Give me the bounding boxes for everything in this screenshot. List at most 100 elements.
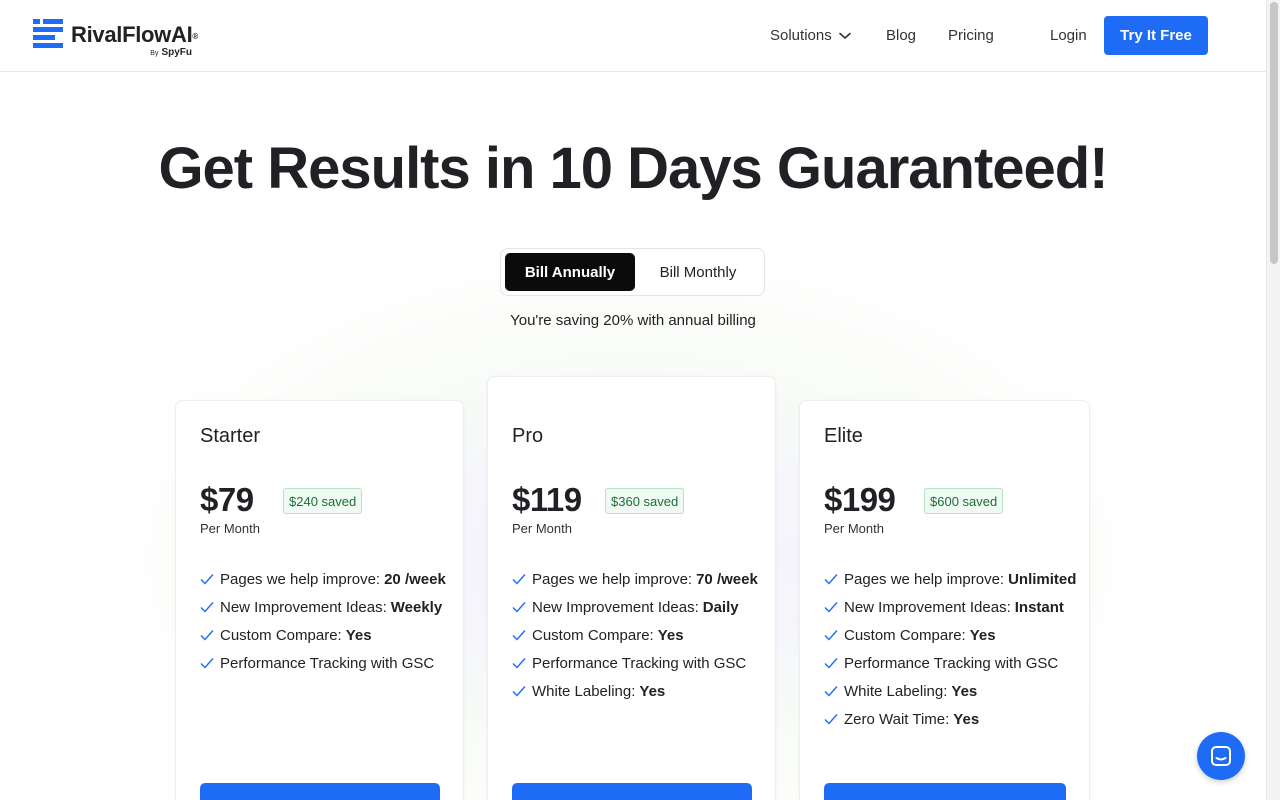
nav-pricing[interactable]: Pricing [948, 27, 994, 45]
plan-name: Starter [200, 425, 261, 447]
feature-item: Custom Compare: Yes [824, 621, 1076, 649]
checkmark-icon [200, 658, 214, 669]
feature-list: Pages we help improve: 20 /week New Impro… [200, 565, 446, 677]
feature-label: Zero Wait Time: [844, 710, 950, 728]
feature-value: 70 /week [696, 570, 758, 588]
saved-badge: $360 saved [605, 488, 685, 514]
plan-price: $79 [200, 481, 254, 518]
checkmark-icon [512, 574, 526, 585]
saved-badge: $240 saved [283, 488, 363, 514]
page-title: Get Results in 10 Days Guaranteed! [158, 136, 1108, 201]
feature-item: Performance Tracking with GSC [824, 649, 1076, 677]
feature-label: Performance Tracking with GSC [532, 654, 747, 672]
site-header: RivalFlowAI® By SpyFu Solutions Blog Pric… [0, 0, 1266, 72]
checkmark-icon [824, 602, 838, 613]
feature-value: Yes [969, 626, 996, 644]
checkmark-icon [824, 686, 838, 697]
feature-item: New Improvement Ideas: Weekly [200, 593, 446, 621]
feature-item: Custom Compare: Yes [512, 621, 758, 649]
feature-label: Custom Compare: [220, 626, 342, 644]
feature-item: Pages we help improve: Unlimited [824, 565, 1076, 593]
feature-label: White Labeling: [532, 682, 636, 700]
saving-note: You're saving 20% with annual billing [510, 312, 756, 329]
saved-badge: $600 saved [924, 488, 1004, 514]
plan-name: Elite [824, 425, 863, 447]
feature-value: Yes [639, 682, 666, 700]
registered-mark: ® [192, 32, 199, 41]
byline-by: By [150, 50, 159, 57]
page-scrollbar[interactable] [1266, 0, 1280, 800]
feature-value: 20 /week [384, 570, 446, 588]
feature-item: Custom Compare: Yes [200, 621, 446, 649]
checkmark-icon [824, 574, 838, 585]
checkmark-icon [512, 686, 526, 697]
feature-value: Yes [951, 682, 978, 700]
plan-period: Per Month [512, 521, 572, 536]
plan-period: Per Month [200, 521, 260, 536]
feature-value: Unlimited [1008, 570, 1077, 588]
scrollbar-thumb[interactable] [1270, 2, 1278, 264]
checkmark-icon [200, 630, 214, 641]
stacked-bars-logo-icon [33, 19, 63, 48]
checkmark-icon [512, 658, 526, 669]
plan-period: Per Month [824, 521, 884, 536]
plan-card-elite: Elite $199 $600 saved Per Month Pages we… [799, 400, 1090, 800]
brand-wordmark: RivalFlowAI® By SpyFu [71, 19, 199, 58]
checkmark-icon [512, 630, 526, 641]
bill-annually-button[interactable]: Bill Annually [505, 253, 635, 291]
feature-item: White Labeling: Yes [512, 677, 758, 705]
feature-label: Custom Compare: [844, 626, 966, 644]
elite-cta-button[interactable] [824, 783, 1066, 800]
feature-label: New Improvement Ideas: [844, 598, 1011, 616]
feature-value: Daily [702, 598, 739, 616]
brand-byline: By SpyFu [150, 47, 192, 58]
byline-company: SpyFu [161, 47, 193, 58]
feature-item: Pages we help improve: 70 /week [512, 565, 758, 593]
brand-logo[interactable]: RivalFlowAI® By SpyFu [33, 19, 199, 58]
feature-item: New Improvement Ideas: Instant [824, 593, 1076, 621]
feature-label: Custom Compare: [532, 626, 654, 644]
feature-label: Pages we help improve: [220, 570, 381, 588]
plan-price: $199 [824, 481, 896, 518]
feature-label: Performance Tracking with GSC [220, 654, 435, 672]
checkmark-icon [824, 630, 838, 641]
feature-value: Instant [1014, 598, 1064, 616]
checkmark-icon [512, 602, 526, 613]
plan-price: $119 [512, 481, 582, 518]
checkmark-icon [824, 658, 838, 669]
feature-label: Performance Tracking with GSC [844, 654, 1059, 672]
nav-blog[interactable]: Blog [886, 27, 916, 45]
pro-cta-button[interactable] [512, 783, 752, 800]
feature-label: Pages we help improve: [532, 570, 693, 588]
chevron-down-icon [838, 32, 851, 39]
nav-solutions-label: Solutions [770, 27, 832, 44]
feature-value: Yes [953, 710, 980, 728]
feature-list: Pages we help improve: 70 /week New Impro… [512, 565, 758, 705]
feature-item: Zero Wait Time: Yes [824, 705, 1076, 733]
bill-monthly-button[interactable]: Bill Monthly [635, 253, 761, 291]
feature-label: New Improvement Ideas: [220, 598, 387, 616]
chat-bubble-icon [1211, 746, 1231, 766]
brand-name: RivalFlow [71, 22, 171, 47]
nav-login[interactable]: Login [1050, 27, 1087, 45]
nav-solutions[interactable]: Solutions [770, 27, 851, 45]
feature-label: New Improvement Ideas: [532, 598, 699, 616]
feature-item: New Improvement Ideas: Daily [512, 593, 758, 621]
feature-label: White Labeling: [844, 682, 948, 700]
starter-cta-button[interactable] [200, 783, 440, 800]
feature-item: Pages we help improve: 20 /week [200, 565, 446, 593]
plan-card-pro: Pro $119 $360 saved Per Month Pages we h… [487, 376, 776, 800]
feature-list: Pages we help improve: Unlimited New Impr… [824, 565, 1076, 733]
feature-value: Yes [345, 626, 372, 644]
checkmark-icon [824, 714, 838, 725]
plan-card-starter: Starter $79 $240 saved Per Month Pages w… [175, 400, 464, 800]
billing-toggle: Bill Annually Bill Monthly [500, 248, 765, 296]
try-it-free-button[interactable]: Try It Free [1104, 16, 1208, 55]
feature-item: Performance Tracking with GSC [200, 649, 446, 677]
feature-item: White Labeling: Yes [824, 677, 1076, 705]
checkmark-icon [200, 602, 214, 613]
brand-name-ai: AI [171, 22, 193, 47]
feature-value: Weekly [390, 598, 443, 616]
chat-launcher-button[interactable] [1197, 732, 1245, 780]
feature-label: Pages we help improve: [844, 570, 1005, 588]
